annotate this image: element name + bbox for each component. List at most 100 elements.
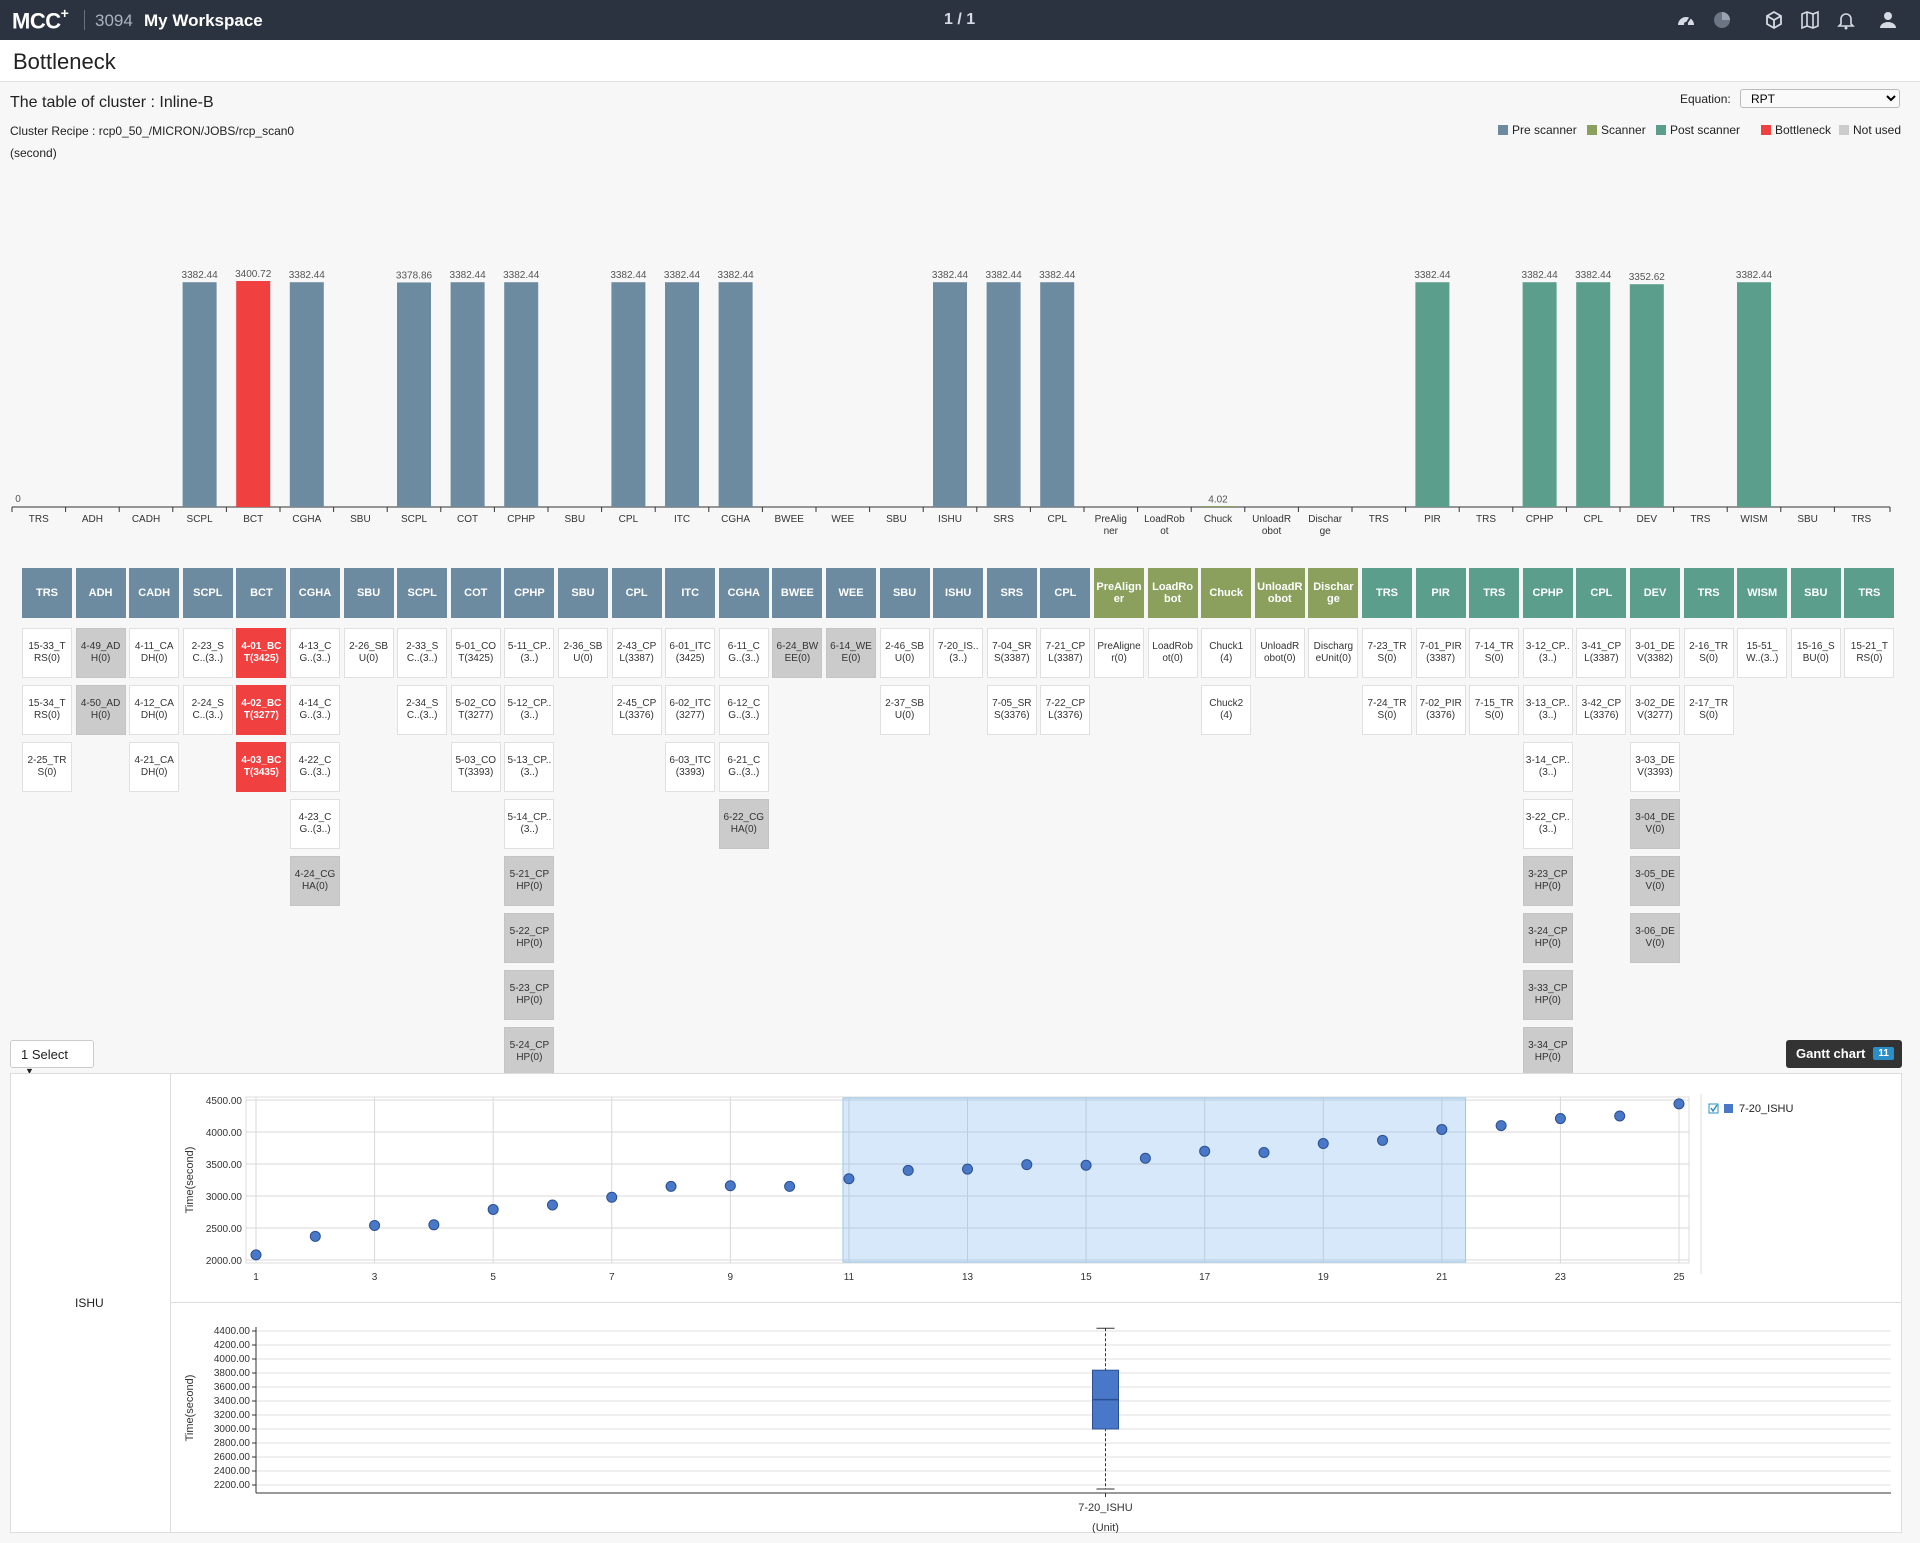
unit-cell[interactable]: 2-34_SC..(3..) [397, 685, 448, 735]
equation-select[interactable]: RPT [1740, 89, 1900, 108]
map-icon[interactable] [1800, 10, 1820, 30]
bell-icon[interactable] [1836, 10, 1856, 30]
unit-cell[interactable]: 7-01_PIR(3387) [1415, 628, 1466, 678]
station-header[interactable]: WEE [826, 568, 876, 618]
unit-cell[interactable]: 4-02_BCT(3277) [236, 685, 287, 735]
unit-cell[interactable]: 3-05_DEV(0) [1630, 856, 1680, 906]
legend-item[interactable]: Scanner [1587, 123, 1646, 137]
unit-cell[interactable]: 6-11_CG..(3..) [718, 628, 769, 678]
unit-cell[interactable]: 4-49_ADH(0) [75, 628, 126, 678]
station-header[interactable]: ITC [665, 568, 716, 618]
station-header[interactable]: TRS [22, 568, 72, 618]
unit-cell[interactable]: 15-16_SBU(0) [1790, 628, 1841, 678]
unit-cell[interactable]: 2-16_TRS(0) [1683, 628, 1734, 678]
unit-cell[interactable]: 2-45_CPL(3376) [611, 685, 662, 735]
unit-cell[interactable]: 2-26_SBU(0) [343, 628, 394, 678]
dashboard-icon[interactable] [1676, 10, 1696, 30]
station-header[interactable]: TRS [1844, 568, 1895, 618]
unit-cell[interactable]: 5-14_CP..(3..) [504, 799, 555, 849]
unit-cell[interactable]: UnloadRobot(0) [1254, 628, 1305, 678]
unit-cell[interactable]: 7-15_TRS(0) [1469, 685, 1520, 735]
unit-cell[interactable]: 6-01_ITC(3425) [665, 628, 716, 678]
station-header[interactable]: CGHA [718, 568, 769, 618]
unit-cell[interactable]: 2-23_SC..(3..) [182, 628, 233, 678]
unit-cell[interactable]: PreAligner(0) [1094, 628, 1144, 678]
unit-cell[interactable]: 4-12_CADH(0) [129, 685, 180, 735]
unit-cell[interactable]: 2-33_SC..(3..) [397, 628, 448, 678]
station-header[interactable]: Chuck [1201, 568, 1252, 618]
station-header[interactable]: CPHP [1522, 568, 1573, 618]
unit-cell[interactable]: 5-23_CPHP(0) [504, 970, 555, 1020]
unit-cell[interactable]: 6-24_BWEE(0) [772, 628, 823, 678]
station-header[interactable]: WISM [1737, 568, 1788, 618]
station-header[interactable]: CGHA [290, 568, 340, 618]
unit-cell[interactable]: 2-36_SBU(0) [558, 628, 608, 678]
station-header[interactable]: CPHP [504, 568, 555, 618]
unit-cell[interactable]: 3-03_DEV(3393) [1630, 742, 1680, 792]
unit-cell[interactable]: LoadRobot(0) [1147, 628, 1198, 678]
unit-cell[interactable]: 7-24_TRS(0) [1362, 685, 1412, 735]
unit-cell[interactable]: 7-05_SRS(3376) [986, 685, 1037, 735]
gantt-chart-button[interactable]: Gantt chart 11 [1786, 1040, 1902, 1068]
station-header[interactable]: CADH [129, 568, 180, 618]
select-dropdown[interactable]: 1 Select ▼ [10, 1040, 94, 1076]
unit-cell[interactable]: 4-22_CG..(3..) [290, 742, 340, 792]
unit-cell[interactable]: 7-20_IS..(3..) [933, 628, 984, 678]
unit-cell[interactable]: 4-50_ADH(0) [75, 685, 126, 735]
station-header[interactable]: SBU [1790, 568, 1841, 618]
station-header[interactable]: SBU [879, 568, 930, 618]
station-header[interactable]: Discharge [1308, 568, 1359, 618]
unit-cell[interactable]: 3-12_CP..(3..) [1522, 628, 1573, 678]
unit-cell[interactable]: Chuck1(4) [1201, 628, 1252, 678]
unit-cell[interactable]: 15-51_W..(3..) [1737, 628, 1788, 678]
station-header[interactable]: SRS [986, 568, 1037, 618]
unit-cell[interactable]: 15-34_TRS(0) [22, 685, 72, 735]
pie-chart-icon[interactable] [1712, 10, 1732, 30]
unit-cell[interactable]: 5-21_CPHP(0) [504, 856, 555, 906]
unit-cell[interactable]: 2-46_SBU(0) [879, 628, 930, 678]
station-header[interactable]: CPL [1040, 568, 1091, 618]
unit-cell[interactable]: 6-02_ITC(3277) [665, 685, 716, 735]
unit-cell[interactable]: 5-01_COT(3425) [450, 628, 501, 678]
legend-item[interactable]: Bottleneck [1761, 123, 1831, 137]
unit-cell[interactable]: 3-22_CP..(3..) [1522, 799, 1573, 849]
station-header[interactable]: CPL [1576, 568, 1627, 618]
cube-icon[interactable] [1764, 10, 1784, 30]
unit-cell[interactable]: 6-22_CGHA(0) [718, 799, 769, 849]
unit-cell[interactable]: 5-24_CPHP(0) [504, 1027, 555, 1077]
unit-cell[interactable]: 3-24_CPHP(0) [1522, 913, 1573, 963]
legend-item[interactable]: Pre scanner [1498, 123, 1577, 137]
station-header[interactable]: TRS [1362, 568, 1412, 618]
station-header[interactable]: SBU [343, 568, 394, 618]
unit-cell[interactable]: 7-14_TRS(0) [1469, 628, 1520, 678]
unit-cell[interactable]: 15-21_TRS(0) [1844, 628, 1895, 678]
unit-cell[interactable]: 3-33_CPHP(0) [1522, 970, 1573, 1020]
unit-cell[interactable]: 7-02_PIR(3376) [1415, 685, 1466, 735]
legend-item[interactable]: Post scanner [1656, 123, 1740, 137]
station-header[interactable]: SCPL [397, 568, 448, 618]
unit-cell[interactable]: 3-14_CP..(3..) [1522, 742, 1573, 792]
unit-cell[interactable]: 5-22_CPHP(0) [504, 913, 555, 963]
unit-cell[interactable]: 5-11_CP..(3..) [504, 628, 555, 678]
station-header[interactable]: ISHU [933, 568, 984, 618]
unit-cell[interactable]: 3-06_DEV(0) [1630, 913, 1680, 963]
unit-cell[interactable]: 4-01_BCT(3425) [236, 628, 287, 678]
station-header[interactable]: PIR [1415, 568, 1466, 618]
unit-cell[interactable]: 6-14_WEE(0) [826, 628, 876, 678]
unit-cell[interactable]: 7-23_TRS(0) [1362, 628, 1412, 678]
unit-cell[interactable]: 4-23_CG..(3..) [290, 799, 340, 849]
unit-cell[interactable]: 4-21_CADH(0) [129, 742, 180, 792]
unit-cell[interactable]: 2-37_SBU(0) [879, 685, 930, 735]
unit-cell[interactable]: 3-23_CPHP(0) [1522, 856, 1573, 906]
unit-cell[interactable]: 6-03_ITC(3393) [665, 742, 716, 792]
station-header[interactable]: PreAligner [1094, 568, 1144, 618]
unit-cell[interactable]: 3-13_CP..(3..) [1522, 685, 1573, 735]
station-header[interactable]: TRS [1683, 568, 1734, 618]
box-plot[interactable]: 2200.00 2400.00 2600.00 2800.00 3000.00 3200.… [173, 1303, 1901, 1533]
unit-cell[interactable]: 5-03_COT(3393) [450, 742, 501, 792]
unit-cell[interactable]: DischargeUnit(0) [1308, 628, 1359, 678]
station-header[interactable]: UnloadRobot [1254, 568, 1305, 618]
station-header[interactable]: SBU [558, 568, 608, 618]
unit-cell[interactable]: Chuck2(4) [1201, 685, 1252, 735]
station-header[interactable]: ADH [75, 568, 126, 618]
